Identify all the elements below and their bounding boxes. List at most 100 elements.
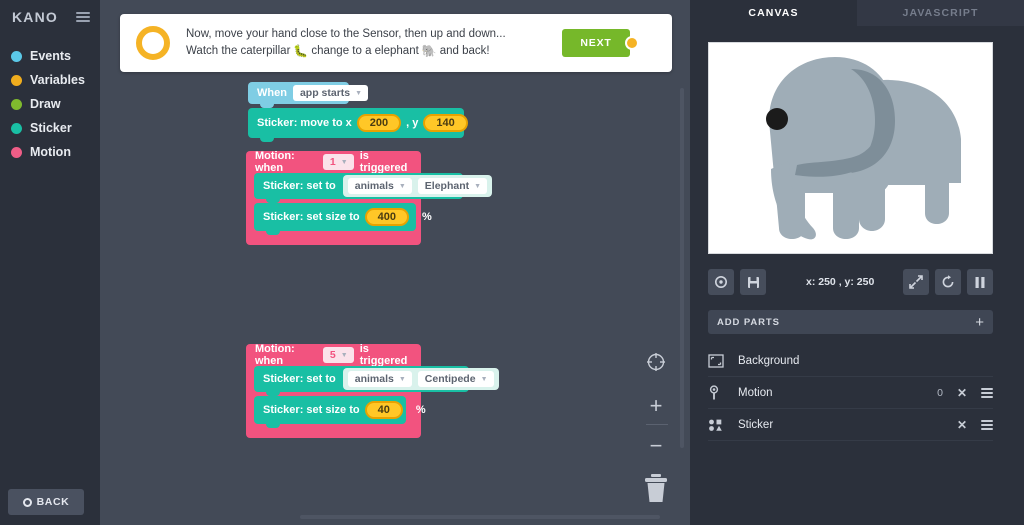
- workspace-horizontal-scrollbar[interactable]: [300, 515, 660, 519]
- block-motion-trigger-2[interactable]: Motion: when 5 ▼ is triggered: [246, 344, 421, 366]
- draw-dot-icon: [11, 99, 22, 110]
- motion-trigger-pre: Motion: when: [255, 150, 317, 174]
- sidebar-item-motion[interactable]: Motion: [0, 140, 100, 164]
- panel-tabs: CANVAS JAVASCRIPT: [690, 0, 1024, 26]
- sidebar-item-events[interactable]: Events: [0, 44, 100, 68]
- motion-trigger-number[interactable]: 5 ▼: [323, 347, 354, 363]
- add-parts-button[interactable]: ADD PARTS +: [708, 310, 993, 334]
- motion-trigger-number[interactable]: 1 ▼: [323, 154, 354, 170]
- chevron-down-icon: ▼: [341, 159, 348, 166]
- move-to-x-input[interactable]: 200: [357, 114, 401, 132]
- instruction-line-2-pre: Watch the caterpillar: [186, 43, 290, 60]
- instruction-line-2-mid: change to a elephant: [311, 43, 418, 60]
- sidebar-item-variables[interactable]: Variables: [0, 68, 100, 92]
- chevron-down-icon: ▼: [481, 376, 488, 383]
- elephant-sticker: [709, 43, 992, 253]
- variables-dot-icon: [11, 75, 22, 86]
- back-button-label: BACK: [37, 496, 70, 508]
- remove-part-icon[interactable]: ✕: [957, 418, 967, 432]
- sidebar-item-label: Draw: [30, 97, 61, 111]
- canvas-save-button[interactable]: [740, 269, 766, 295]
- center-view-icon[interactable]: [644, 350, 668, 374]
- canvas-preview[interactable]: [708, 42, 993, 254]
- blocks-workspace[interactable]: Now, move your hand close to the Sensor,…: [100, 0, 690, 525]
- part-row-motion[interactable]: Motion 0 ✕: [708, 377, 993, 409]
- motion-dot-icon: [11, 147, 22, 158]
- part-row-sticker[interactable]: Sticker ✕: [708, 409, 993, 441]
- refresh-icon: [941, 275, 955, 289]
- background-icon: [708, 354, 738, 368]
- block-when-app-starts[interactable]: When app starts ▼: [248, 82, 349, 104]
- sticker-icon: [708, 418, 738, 432]
- set-to-sticker-dropdown[interactable]: Centipede ▼: [418, 371, 494, 387]
- block-notch: [266, 230, 280, 235]
- floppy-disk-icon: [747, 276, 760, 289]
- hamburger-line: [76, 20, 90, 22]
- canvas-fullscreen-button[interactable]: [903, 269, 929, 295]
- set-to-slot[interactable]: animals ▼ Elephant ▼: [343, 175, 492, 197]
- block-sticker-set-size-1[interactable]: Sticker: set size to 400 %: [254, 203, 416, 231]
- right-panel: CANVAS JAVASCRIPT: [690, 0, 1024, 525]
- instruction-line-1: Now, move your hand close to the Sensor,…: [186, 26, 506, 43]
- progress-ring-icon: [136, 26, 170, 60]
- canvas-settings-button[interactable]: [708, 269, 734, 295]
- gear-icon: [714, 275, 728, 289]
- chevron-down-icon: ▼: [399, 376, 406, 383]
- motion-trigger-value: 5: [330, 349, 336, 361]
- canvas-pause-button[interactable]: [967, 269, 993, 295]
- zoom-in-button[interactable]: +: [644, 394, 668, 418]
- block-motion-trigger-1[interactable]: Motion: when 1 ▼ is triggered: [246, 151, 421, 173]
- block-group-on-start[interactable]: When app starts ▼ Sticker: move to x 200…: [248, 82, 464, 138]
- block-when-label: When: [257, 87, 287, 99]
- brand-logo: KANO: [12, 9, 58, 25]
- set-to-category-value: animals: [355, 373, 394, 385]
- part-name: Sticker: [738, 419, 957, 431]
- tab-javascript[interactable]: JAVASCRIPT: [857, 0, 1024, 26]
- move-to-y-input[interactable]: 140: [423, 114, 467, 132]
- set-size-input[interactable]: 40: [365, 401, 403, 419]
- hamburger-icon[interactable]: [76, 12, 90, 22]
- next-button[interactable]: NEXT: [562, 29, 630, 57]
- chevron-down-icon: ▼: [355, 90, 362, 97]
- sidebar-item-sticker[interactable]: Sticker: [0, 116, 100, 140]
- next-badge-icon: [625, 36, 639, 50]
- part-name: Background: [738, 355, 993, 367]
- sidebar-item-label: Variables: [30, 73, 85, 87]
- set-to-sticker-value: Centipede: [425, 373, 476, 385]
- set-to-category-dropdown[interactable]: animals ▼: [348, 371, 412, 387]
- part-menu-icon[interactable]: [981, 420, 993, 430]
- set-to-sticker-dropdown[interactable]: Elephant ▼: [418, 178, 487, 194]
- block-group-motion-1[interactable]: Motion: when 1 ▼ is triggered Sticker: s…: [246, 151, 421, 245]
- set-size-label: Sticker: set size to: [263, 211, 360, 223]
- app-starts-dropdown[interactable]: app starts ▼: [293, 85, 368, 101]
- trash-button[interactable]: [642, 472, 670, 504]
- tab-canvas[interactable]: CANVAS: [690, 0, 857, 26]
- sidebar-item-label: Motion: [30, 145, 71, 159]
- block-sticker-move-to[interactable]: Sticker: move to x 200 , y 140: [248, 108, 464, 138]
- chevron-down-icon: ▼: [341, 352, 348, 359]
- sidebar-item-draw[interactable]: Draw: [0, 92, 100, 116]
- back-button[interactable]: BACK: [8, 489, 84, 515]
- add-parts-label: ADD PARTS: [717, 317, 780, 328]
- app-starts-value: app starts: [300, 87, 350, 99]
- chevron-down-icon: ▼: [474, 183, 481, 190]
- part-row-background[interactable]: Background: [708, 345, 993, 377]
- block-sticker-set-size-2[interactable]: Sticker: set size to 40 %: [254, 396, 406, 424]
- set-size-input[interactable]: 400: [365, 208, 409, 226]
- set-to-category-dropdown[interactable]: animals ▼: [348, 178, 412, 194]
- part-menu-icon[interactable]: [981, 388, 993, 398]
- zoom-out-button[interactable]: −: [644, 434, 668, 458]
- block-sticker-set-to-2[interactable]: Sticker: set to animals ▼ Centipede ▼: [254, 366, 469, 392]
- elephant-icon: 🐘: [422, 43, 437, 60]
- canvas-reset-button[interactable]: [935, 269, 961, 295]
- workspace-vertical-scrollbar[interactable]: [680, 88, 684, 448]
- set-to-slot[interactable]: animals ▼ Centipede ▼: [343, 368, 499, 390]
- block-group-motion-2[interactable]: Motion: when 5 ▼ is triggered Sticker: s…: [246, 344, 421, 438]
- sidebar-item-label: Sticker: [30, 121, 72, 135]
- plus-icon: +: [975, 316, 984, 329]
- block-notch: [266, 423, 280, 428]
- remove-part-icon[interactable]: ✕: [957, 386, 967, 400]
- block-sticker-set-to-1[interactable]: Sticker: set to animals ▼ Elephant ▼: [254, 173, 463, 199]
- motion-sensor-icon: [708, 385, 738, 401]
- expand-icon: [909, 275, 923, 289]
